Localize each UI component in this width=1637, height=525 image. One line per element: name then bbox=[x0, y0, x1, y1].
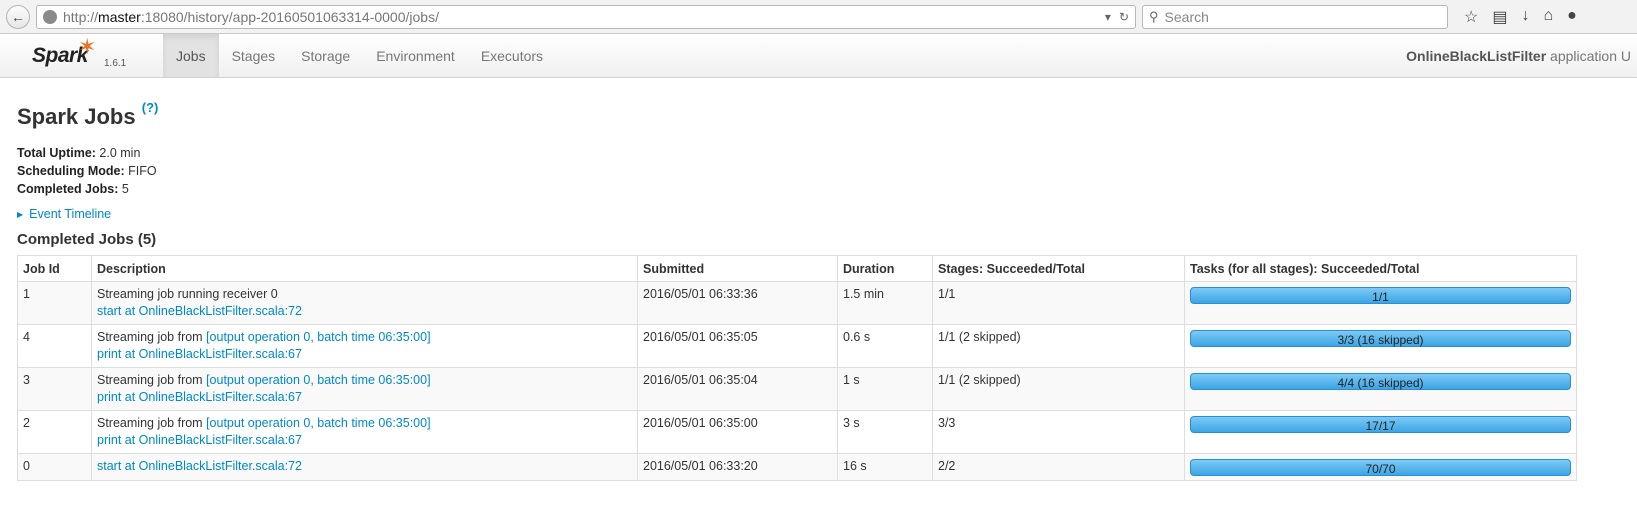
dropdown-icon[interactable]: ▾ bbox=[1105, 10, 1111, 24]
description-cell: Streaming job from [output operation 0, … bbox=[91, 367, 638, 411]
submitted-time: 2016/05/01 06:33:36 bbox=[637, 281, 838, 325]
header-description[interactable]: Description bbox=[91, 255, 638, 282]
page-title: Spark Jobs (?) bbox=[17, 100, 159, 129]
stages-count: 2/2 bbox=[932, 453, 1185, 481]
browser-toolbar: ← http://master:18080/history/app-201605… bbox=[0, 0, 1637, 34]
job-id: 4 bbox=[17, 324, 92, 368]
spark-star-icon: ✶ bbox=[78, 34, 97, 59]
batch-link[interactable]: [output operation 0, batch time 06:35:00… bbox=[206, 373, 430, 387]
job-description: Streaming job from [output operation 0, … bbox=[97, 373, 431, 387]
stages-count: 1/1 bbox=[932, 281, 1185, 325]
submitted-time: 2016/05/01 06:35:04 bbox=[637, 367, 838, 411]
description-cell: Streaming job from [output operation 0, … bbox=[91, 410, 638, 454]
reading-list-icon[interactable]: ▤ bbox=[1492, 7, 1507, 27]
stages-count: 1/1 (2 skipped) bbox=[932, 324, 1185, 368]
home-icon[interactable]: ⌂ bbox=[1543, 7, 1553, 27]
stages-count: 3/3 bbox=[932, 410, 1185, 454]
tasks-progress-bar: 17/17 bbox=[1190, 416, 1571, 433]
search-icon: ⚲ bbox=[1149, 8, 1159, 24]
duration: 1.5 min bbox=[837, 281, 933, 325]
duration: 3 s bbox=[837, 410, 933, 454]
reload-icon[interactable]: ↻ bbox=[1119, 10, 1129, 24]
spark-logo[interactable]: Spark ✶ 1.6.1 bbox=[0, 34, 162, 77]
submitted-time: 2016/05/01 06:35:00 bbox=[637, 410, 838, 454]
job-callsite-link[interactable]: start at OnlineBlackListFilter.scala:72 bbox=[97, 458, 632, 475]
batch-link[interactable]: [output operation 0, batch time 06:35:00… bbox=[206, 416, 430, 430]
header-submitted[interactable]: Submitted bbox=[637, 255, 838, 282]
job-id: 1 bbox=[17, 281, 92, 325]
duration: 0.6 s bbox=[837, 324, 933, 368]
completed-jobs-table: Job Id Description Submitted Duration St… bbox=[17, 255, 1577, 481]
event-timeline-toggle[interactable]: ▶ Event Timeline bbox=[17, 207, 1620, 221]
submitted-time: 2016/05/01 06:35:05 bbox=[637, 324, 838, 368]
tab-storage[interactable]: Storage bbox=[288, 34, 363, 77]
job-id: 0 bbox=[17, 453, 92, 481]
description-cell: Streaming job from [output operation 0, … bbox=[91, 324, 638, 368]
chat-icon[interactable]: ● bbox=[1567, 7, 1577, 27]
completed-jobs-row: Completed Jobs: 5 bbox=[17, 182, 129, 196]
job-callsite-link[interactable]: print at OnlineBlackListFilter.scala:67 bbox=[97, 389, 632, 406]
duration: 16 s bbox=[837, 453, 933, 481]
tasks-progress-bar: 70/70 bbox=[1190, 459, 1571, 476]
job-id: 2 bbox=[17, 410, 92, 454]
job-description: Streaming job running receiver 0 bbox=[97, 287, 278, 301]
tasks-cell: 17/17 bbox=[1184, 410, 1577, 454]
tab-stages[interactable]: Stages bbox=[219, 34, 289, 77]
header-stages[interactable]: Stages: Succeeded/Total bbox=[932, 255, 1185, 282]
header-tasks[interactable]: Tasks (for all stages): Succeeded/Total bbox=[1184, 255, 1577, 282]
duration: 1 s bbox=[837, 367, 933, 411]
summary-list: Total Uptime: 2.0 min Scheduling Mode: F… bbox=[17, 144, 1620, 198]
header-duration[interactable]: Duration bbox=[837, 255, 933, 282]
tab-environment[interactable]: Environment bbox=[363, 34, 468, 77]
description-cell: Streaming job running receiver 0 start at… bbox=[91, 281, 638, 325]
table-row: 0 start at OnlineBlackListFilter.scala:72… bbox=[17, 453, 1577, 481]
batch-link[interactable]: [output operation 0, batch time 06:35:00… bbox=[206, 330, 430, 344]
help-link[interactable]: (?) bbox=[142, 100, 159, 115]
spark-navbar: Spark ✶ 1.6.1 Jobs Stages Storage Enviro… bbox=[0, 34, 1637, 78]
tasks-cell: 70/70 bbox=[1184, 453, 1577, 481]
tab-jobs[interactable]: Jobs bbox=[163, 34, 219, 77]
job-callsite-link[interactable]: print at OnlineBlackListFilter.scala:67 bbox=[97, 346, 632, 363]
address-bar[interactable]: http://master:18080/history/app-20160501… bbox=[36, 4, 1136, 29]
table-row: 1 Streaming job running receiver 0 start a… bbox=[17, 281, 1577, 325]
table-row: 4 Streaming job from [output operation 0,… bbox=[17, 324, 1577, 368]
download-icon[interactable]: ↓ bbox=[1521, 7, 1529, 27]
tasks-progress-bar: 3/3 (16 skipped) bbox=[1190, 330, 1571, 347]
completed-jobs-title: Completed Jobs (5) bbox=[17, 231, 157, 248]
expand-arrow-icon: ▶ bbox=[17, 209, 24, 219]
job-id: 3 bbox=[17, 367, 92, 411]
globe-icon bbox=[43, 9, 57, 24]
completed-jobs-link[interactable]: Completed Jobs: bbox=[17, 182, 118, 196]
scheduling-mode-row: Scheduling Mode: FIFO bbox=[17, 164, 157, 178]
search-input[interactable]: ⚲ Search bbox=[1142, 4, 1448, 29]
back-arrow-icon[interactable]: ← bbox=[6, 4, 30, 29]
tasks-cell: 3/3 (16 skipped) bbox=[1184, 324, 1577, 368]
job-callsite-link[interactable]: start at OnlineBlackListFilter.scala:72 bbox=[97, 303, 632, 320]
tasks-progress-bar: 4/4 (16 skipped) bbox=[1190, 373, 1571, 390]
stages-count: 1/1 (2 skipped) bbox=[932, 367, 1185, 411]
application-name: OnlineBlackListFilter application U bbox=[1406, 48, 1631, 64]
bookmark-star-icon[interactable]: ☆ bbox=[1464, 7, 1478, 27]
job-callsite-link[interactable]: print at OnlineBlackListFilter.scala:67 bbox=[97, 432, 632, 449]
tab-executors[interactable]: Executors bbox=[468, 34, 556, 77]
job-description: Streaming job from [output operation 0, … bbox=[97, 416, 431, 430]
header-job-id[interactable]: Job Id bbox=[17, 255, 92, 282]
tasks-progress-bar: 1/1 bbox=[1190, 287, 1571, 304]
table-row: 3 Streaming job from [output operation 0,… bbox=[17, 367, 1577, 411]
tasks-cell: 4/4 (16 skipped) bbox=[1184, 367, 1577, 411]
uptime-row: Total Uptime: 2.0 min bbox=[17, 146, 141, 160]
spark-version: 1.6.1 bbox=[104, 58, 127, 69]
description-cell: start at OnlineBlackListFilter.scala:72 bbox=[91, 453, 638, 481]
job-description: Streaming job from [output operation 0, … bbox=[97, 330, 431, 344]
submitted-time: 2016/05/01 06:33:20 bbox=[637, 453, 838, 481]
table-row: 2 Streaming job from [output operation 0,… bbox=[17, 410, 1577, 454]
table-header-row: Job Id Description Submitted Duration St… bbox=[17, 255, 1577, 282]
tasks-cell: 1/1 bbox=[1184, 281, 1577, 325]
url-text: http://master:18080/history/app-20160501… bbox=[63, 8, 439, 25]
